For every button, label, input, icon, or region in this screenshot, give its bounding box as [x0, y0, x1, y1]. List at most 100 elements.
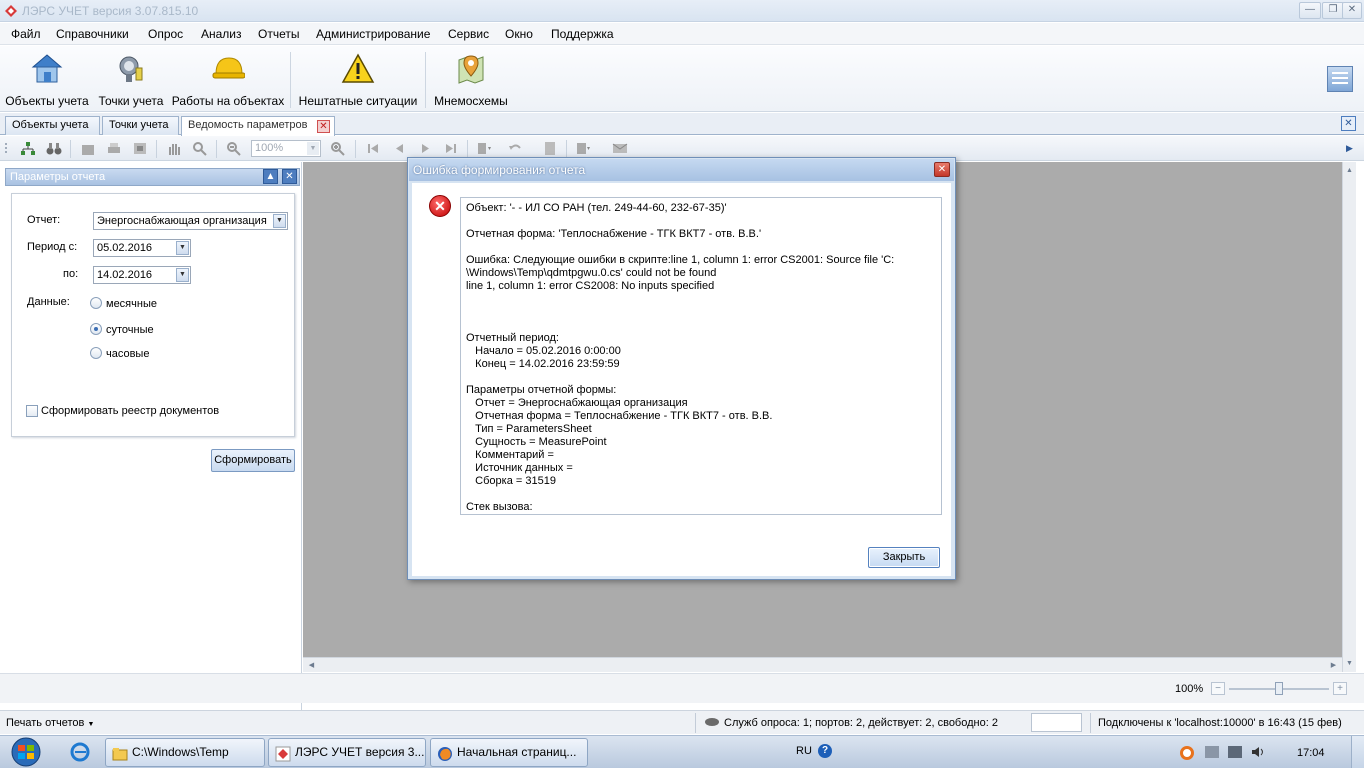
tab-objects[interactable]: Объекты учета [5, 116, 100, 135]
taskbar-item-lers[interactable]: ЛЭРС УЧЕТ версия 3... [268, 738, 426, 767]
message-line: Начало = 05.02.2016 0:00:00 [466, 345, 621, 357]
maximize-button[interactable]: ❐ [1322, 2, 1344, 19]
language-indicator[interactable]: RU [796, 745, 812, 757]
chevron-down-icon: ▼ [176, 241, 189, 255]
document-icon[interactable] [542, 141, 558, 156]
ie-icon[interactable] [70, 742, 90, 762]
message-line: Отчетный период: [466, 332, 559, 344]
zoom-slider-thumb[interactable] [1275, 682, 1283, 695]
period-from-value: 05.02.2016 [97, 242, 153, 254]
folder-icon [112, 745, 128, 761]
horizontal-scrollbar[interactable]: ◀ ▶ [303, 657, 1342, 672]
params-panel-title: Параметры отчета [10, 171, 106, 183]
clock: 17:04 [1297, 747, 1325, 759]
tab-parameters-sheet[interactable]: Ведомость параметров ✕ [181, 116, 335, 136]
ribbon-points-button[interactable]: Точки учета [95, 50, 167, 110]
print-reports-menu[interactable]: Печать отчетов ▼ [6, 717, 94, 729]
email-icon[interactable] [612, 141, 628, 156]
zoom-out-icon[interactable] [226, 141, 242, 156]
open-icon[interactable] [80, 141, 96, 156]
dialog-body: ✕ Объект: '- - ИЛ СО РАН (тел. 249-44-60… [412, 183, 951, 576]
tree-icon[interactable] [20, 141, 36, 156]
connection-status: Подключены к 'localhost:10000' в 16:43 (… [1098, 717, 1342, 729]
print-icon[interactable] [106, 141, 122, 156]
next-page-icon[interactable] [417, 141, 433, 156]
ribbon-mnemonics-button[interactable]: Мнемосхемы [432, 50, 510, 110]
page-setup-icon[interactable] [132, 141, 148, 156]
report-select-value: Энергоснабжающая организация [97, 215, 267, 227]
menu-support[interactable]: Поддержка [551, 27, 614, 41]
radio-hourly[interactable] [90, 347, 102, 359]
scroll-up-icon[interactable]: ▲ [1343, 164, 1356, 177]
error-message-text[interactable]: Объект: '- - ИЛ СО РАН (тел. 249-44-60, … [460, 197, 942, 515]
period-to-date[interactable]: 14.02.2016 ▼ [93, 266, 191, 284]
last-page-icon[interactable] [443, 141, 459, 156]
first-page-icon[interactable] [365, 141, 381, 156]
report-select[interactable]: Энергоснабжающая организация ▼ [93, 212, 288, 230]
ribbon-options-icon[interactable] [1327, 66, 1353, 92]
undo-icon[interactable] [508, 141, 524, 156]
data-label: Данные: [27, 296, 70, 308]
tab-points[interactable]: Точки учета [102, 116, 179, 135]
volume-icon[interactable] [1251, 746, 1265, 758]
zoom-plus-button[interactable]: + [1333, 682, 1347, 695]
network-icon[interactable] [1205, 746, 1219, 758]
minimize-button[interactable]: — [1299, 2, 1321, 19]
generate-report-button[interactable]: Сформировать [211, 449, 295, 472]
vertical-scrollbar[interactable]: ▲ ▼ [1342, 162, 1356, 672]
menu-file[interactable]: Файл [11, 27, 41, 41]
menu-window[interactable]: Окно [505, 27, 533, 41]
service-status-icon [705, 718, 719, 726]
zoom-minus-button[interactable]: − [1211, 682, 1225, 695]
message-line: Отчетная форма = Теплоснабжение - ТГК ВК… [466, 410, 773, 422]
monitor-icon[interactable] [1228, 746, 1242, 758]
zoom-in-icon[interactable] [330, 141, 346, 156]
start-button[interactable] [6, 736, 46, 768]
scroll-right-icon[interactable]: ▶ [1327, 659, 1340, 672]
scroll-down-icon[interactable]: ▼ [1343, 657, 1356, 670]
close-tab-icon[interactable]: ✕ [317, 120, 330, 133]
ribbon-works-button[interactable]: Работы на объектах [171, 50, 285, 110]
help-icon[interactable]: ? [818, 744, 832, 758]
menu-administration[interactable]: Администрирование [316, 27, 430, 41]
chevron-right-icon[interactable]: ▶ [1346, 143, 1353, 154]
ribbon-objects-button[interactable]: Объекты учета [4, 50, 90, 110]
export-icon[interactable] [575, 141, 591, 156]
scroll-left-icon[interactable]: ◀ [305, 659, 318, 672]
close-panel-icon[interactable]: ✕ [282, 169, 297, 184]
message-line: \Windows\Temp\qdmtpgwu.0.cs' could not b… [466, 267, 717, 279]
magnifier-icon[interactable] [192, 141, 208, 156]
message-line [466, 306, 936, 319]
menu-analysis[interactable]: Анализ [201, 27, 242, 41]
tab-label: Ведомость параметров [188, 119, 308, 131]
close-window-button[interactable]: ✕ [1342, 2, 1362, 19]
pin-icon[interactable]: ▲ [263, 169, 278, 184]
radio-daily[interactable] [90, 323, 102, 335]
close-button[interactable]: Закрыть [868, 547, 940, 568]
ribbon-separator [290, 52, 291, 108]
menu-reports[interactable]: Отчеты [258, 27, 299, 41]
message-line: Ошибка: Следующие ошибки в скрипте:line … [466, 254, 895, 266]
register-checkbox[interactable] [26, 405, 38, 417]
radio-monthly[interactable] [90, 297, 102, 309]
status-separator [695, 713, 696, 733]
ribbon-incidents-button[interactable]: Нештатные ситуации [297, 50, 419, 110]
menu-directories[interactable]: Справочники [56, 27, 129, 41]
hand-icon[interactable] [166, 141, 182, 156]
layout-icon[interactable] [476, 141, 492, 156]
menu-polling[interactable]: Опрос [148, 27, 183, 41]
close-document-icon[interactable]: ✕ [1341, 116, 1356, 131]
binoculars-icon[interactable] [46, 141, 62, 156]
prev-page-icon[interactable] [391, 141, 407, 156]
meter-icon [114, 52, 148, 86]
period-from-date[interactable]: 05.02.2016 ▼ [93, 239, 191, 257]
zoom-combo[interactable]: 100% ▼ [251, 140, 321, 157]
services-status: Служб опроса: 1; портов: 2, действует: 2… [724, 717, 998, 729]
tray-app-icon[interactable] [1180, 746, 1194, 760]
show-desktop-button[interactable] [1351, 736, 1364, 768]
taskbar-item-firefox[interactable]: Начальная страниц... [430, 738, 588, 767]
map-pin-icon [454, 52, 488, 86]
dialog-close-icon[interactable]: ✕ [934, 162, 950, 177]
taskbar-item-explorer[interactable]: C:\Windows\Temp [105, 738, 265, 767]
menu-service[interactable]: Сервис [448, 27, 489, 41]
